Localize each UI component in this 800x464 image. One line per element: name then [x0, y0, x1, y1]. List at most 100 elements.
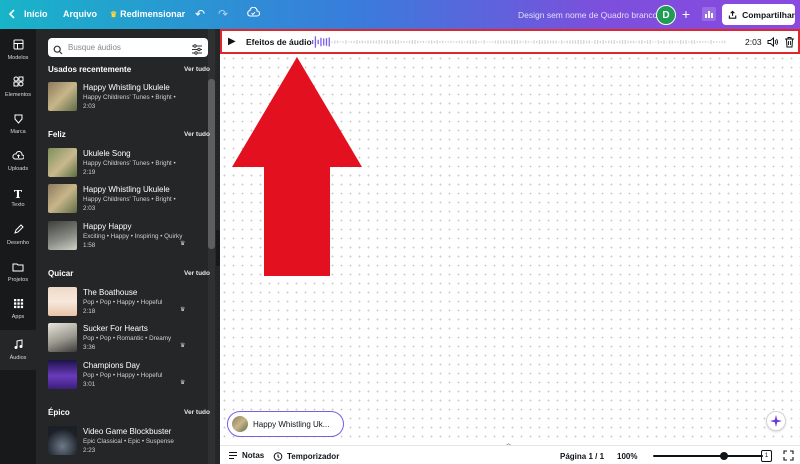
text-icon: T: [13, 187, 23, 201]
zoom-slider-handle[interactable]: [720, 452, 728, 460]
section-header: Quicar Ver tudo: [48, 269, 210, 278]
timer-button[interactable]: Temporizador: [273, 451, 339, 461]
track-thumbnail: [48, 184, 77, 213]
section-title: Épico: [48, 408, 70, 417]
track-duration: 3:01: [83, 381, 96, 388]
see-all-link[interactable]: Ver tudo: [184, 409, 210, 416]
track-thumbnail: [48, 221, 77, 250]
track-meta: Pop • Pop • Romantic • Dreamy: [83, 335, 172, 342]
crown-icon: ♛: [180, 241, 186, 247]
rail-item-draw[interactable]: Desenho: [0, 217, 36, 253]
see-all-link[interactable]: Ver tudo: [184, 131, 210, 138]
fullscreen-icon[interactable]: [783, 450, 794, 461]
audio-waveform[interactable]: [312, 35, 727, 49]
resize-button[interactable]: ♛ Redimensionar: [110, 9, 185, 19]
analytics-icon[interactable]: [701, 6, 717, 22]
audio-effects-bar: ▶ Efeitos de áudio 2:03: [220, 29, 800, 54]
crown-icon: ♛: [180, 343, 186, 349]
see-all-link[interactable]: Ver tudo: [184, 66, 210, 73]
section-title: Usados recentemente: [48, 65, 132, 74]
back-chevron-icon[interactable]: [8, 9, 16, 21]
side-rail: Modelos Elementos Marca Uploads T Texto …: [0, 29, 36, 464]
crown-icon: ♛: [180, 307, 186, 313]
volume-icon[interactable]: [767, 35, 779, 48]
track-item[interactable]: Sucker For Hearts Pop • Pop • Romantic •…: [48, 323, 198, 353]
redo-icon[interactable]: ↷: [218, 7, 228, 21]
draw-icon: [13, 224, 24, 238]
crown-icon: ♛: [180, 380, 186, 386]
rail-label: Uploads: [7, 166, 29, 172]
rail-item-uploads[interactable]: Uploads: [0, 143, 36, 179]
top-bar: Início Arquivo ♛ Redimensionar ↶ ↷ Desig…: [0, 0, 800, 29]
rail-item-brand[interactable]: Marca: [0, 106, 36, 142]
notes-label: Notas: [242, 451, 265, 460]
track-meta: Happy Childrens' Tunes • Bright •: [83, 196, 176, 203]
track-title: Champions Day: [83, 361, 140, 370]
play-icon[interactable]: ▶: [228, 36, 236, 47]
track-title: Sucker For Hearts: [83, 324, 148, 333]
document-name[interactable]: Design sem nome de Quadro branco: [518, 10, 657, 20]
pages-grid-button[interactable]: 1: [761, 450, 772, 462]
folder-icon: [12, 262, 24, 275]
track-item[interactable]: Happy Happy Exciting • Happy • Inspiring…: [48, 221, 198, 251]
rail-label: Áudios: [9, 355, 27, 361]
track-duration: 2:23: [83, 447, 96, 454]
track-thumbnail: [48, 287, 77, 316]
track-thumbnail: [48, 426, 77, 455]
search-input[interactable]: [68, 41, 188, 54]
section-header: Épico Ver tudo: [48, 408, 210, 417]
add-collaborator-icon[interactable]: +: [677, 5, 695, 23]
avatar[interactable]: D: [656, 5, 676, 25]
track-meta: Pop • Pop • Happy • Hopeful: [83, 372, 163, 379]
rail-item-text[interactable]: T Texto: [0, 180, 36, 216]
red-arrow-annotation: [232, 57, 362, 276]
track-duration: 2:03: [83, 205, 96, 212]
rail-item-apps[interactable]: Apps: [0, 291, 36, 327]
track-meta: Pop • Pop • Happy • Hopeful: [83, 299, 163, 306]
track-duration: 1:58: [83, 242, 96, 249]
track-item[interactable]: Happy Whistling Ukulele Happy Childrens'…: [48, 82, 198, 112]
rail-item-templates[interactable]: Modelos: [0, 32, 36, 68]
track-item[interactable]: Happy Whistling Ukulele Happy Childrens'…: [48, 184, 198, 214]
rail-item-audio[interactable]: Áudios: [0, 330, 36, 370]
share-button[interactable]: Compartilhar: [722, 4, 795, 25]
audio-effects-label[interactable]: Efeitos de áudio: [246, 37, 312, 47]
file-menu[interactable]: Arquivo: [63, 9, 97, 19]
trash-icon[interactable]: [784, 35, 795, 48]
track-item[interactable]: Ukulele Song Happy Childrens' Tunes • Br…: [48, 148, 198, 178]
track-title: Happy Happy: [83, 222, 132, 231]
audio-track-chip[interactable]: Happy Whistling Uk...: [227, 411, 344, 437]
rail-label: Modelos: [7, 55, 29, 61]
track-item[interactable]: The Boathouse Pop • Pop • Happy • Hopefu…: [48, 287, 198, 317]
page-indicator[interactable]: Página 1 / 1: [560, 452, 604, 461]
section-title: Quicar: [48, 269, 74, 278]
zoom-level[interactable]: 100%: [617, 452, 637, 461]
scrollbar-thumb[interactable]: [208, 79, 215, 249]
undo-icon[interactable]: ↶: [195, 7, 205, 21]
search-box[interactable]: [48, 38, 208, 57]
track-meta: Happy Childrens' Tunes • Bright •: [83, 160, 176, 167]
rail-item-projects[interactable]: Projetos: [0, 254, 36, 290]
upload-icon: [12, 150, 25, 164]
chip-label: Happy Whistling Uk...: [253, 420, 330, 429]
crown-icon: ♛: [110, 9, 118, 19]
magic-assistant-button[interactable]: [766, 411, 786, 431]
cloud-saved-icon[interactable]: [246, 6, 261, 21]
filter-icon[interactable]: [191, 42, 203, 55]
track-item[interactable]: Video Game Blockbuster Epic Classical • …: [48, 426, 198, 456]
zoom-slider[interactable]: [653, 455, 763, 457]
track-title: Video Game Blockbuster: [83, 427, 172, 436]
rail-item-elements[interactable]: Elementos: [0, 69, 36, 105]
rail-label: Marca: [10, 129, 26, 135]
rail-label: Desenho: [6, 240, 30, 246]
see-all-link[interactable]: Ver tudo: [184, 270, 210, 277]
track-duration: 2:03: [83, 103, 96, 110]
elements-icon: [13, 76, 24, 90]
home-link[interactable]: Início: [24, 9, 48, 19]
audio-duration: 2:03: [745, 37, 762, 47]
track-title: Happy Whistling Ukulele: [83, 185, 170, 194]
track-item[interactable]: Champions Day Pop • Pop • Happy • Hopefu…: [48, 360, 198, 390]
bottom-bar: Notas Temporizador Página 1 / 1 100% 1: [220, 445, 800, 464]
notes-button[interactable]: Notas: [228, 451, 264, 460]
track-thumbnail: [48, 360, 77, 389]
